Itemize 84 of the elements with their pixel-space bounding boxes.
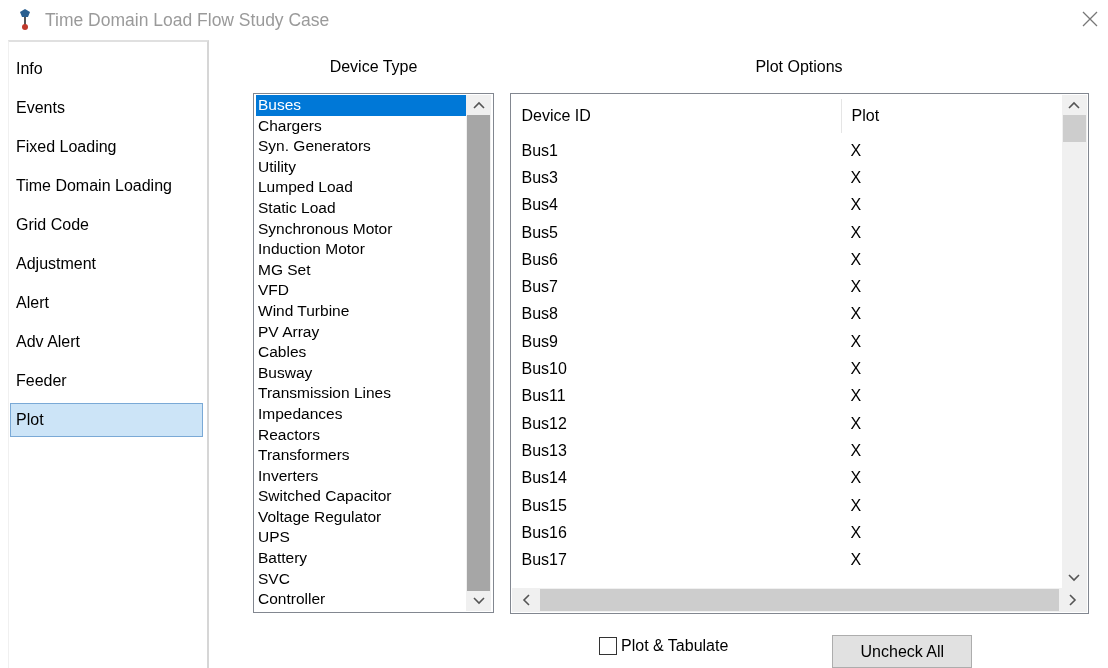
table-cell-text: X xyxy=(849,168,863,187)
table-cell-text: X xyxy=(849,523,863,542)
table-cell-text: Bus10 xyxy=(520,360,568,378)
table-cell-text: Bus6 xyxy=(520,250,559,269)
list-item[interactable]: Battery xyxy=(256,548,466,569)
column-header[interactable]: Plot xyxy=(840,99,1062,133)
list-item[interactable]: Inverters xyxy=(256,465,466,487)
list-item[interactable]: Induction Motor xyxy=(256,239,466,260)
list-item[interactable]: Transformers xyxy=(256,445,466,466)
table-cell-text: Bus15 xyxy=(520,496,568,515)
horizontal-scrollbar[interactable] xyxy=(511,588,1087,612)
sidebar-item[interactable]: Info xyxy=(10,52,203,86)
uncheck-all-button[interactable]: Uncheck All xyxy=(832,635,973,668)
column-header[interactable]: Device ID xyxy=(511,99,841,133)
table-cell-text: Bus1 xyxy=(520,141,559,160)
list-item[interactable]: MG Set xyxy=(256,259,466,281)
checkbox-label[interactable]: Plot & Tabulate xyxy=(621,636,729,655)
list-item[interactable]: Voltage Regulator xyxy=(256,506,466,528)
app-icon xyxy=(18,9,32,31)
list-item[interactable]: Chargers xyxy=(256,115,466,137)
list-item[interactable]: Reactors xyxy=(256,424,466,446)
list-item[interactable]: Busway xyxy=(256,362,466,384)
list-item[interactable]: VFD xyxy=(256,280,466,301)
list-item[interactable]: Lumped Load xyxy=(256,177,466,198)
table-cell-text: X xyxy=(849,551,863,570)
device-type-list[interactable] xyxy=(253,93,494,613)
sidebar-item[interactable]: Fixed Loading xyxy=(10,130,203,164)
list-item[interactable]: Utility xyxy=(256,156,466,178)
table-cell-text: Bus14 xyxy=(520,469,568,488)
sidebar-item[interactable]: Adjustment xyxy=(10,247,203,281)
table-cell-text: Bus13 xyxy=(520,441,568,460)
table-cell-text: Bus3 xyxy=(520,168,559,187)
list-item[interactable]: Buses xyxy=(256,95,466,116)
list-item[interactable]: UPS xyxy=(256,527,466,549)
sidebar-item[interactable]: Grid Code xyxy=(10,208,203,242)
list-item[interactable]: Cables xyxy=(256,342,466,363)
sidebar-item[interactable]: Time Domain Loading xyxy=(10,169,203,203)
table-cell-text: Bus12 xyxy=(520,414,568,433)
vertical-scrollbar[interactable] xyxy=(1061,95,1087,588)
list-item[interactable]: Static Load xyxy=(256,197,466,219)
sidebar-item[interactable]: Events xyxy=(10,91,203,125)
sidebar-item[interactable]: Adv Alert xyxy=(10,325,203,359)
list-item[interactable]: Switched Capacitor xyxy=(256,486,466,507)
table-cell-text: X xyxy=(849,414,863,433)
table-cell-text: Bus8 xyxy=(520,305,559,324)
scrollbar-thumb[interactable] xyxy=(467,115,490,591)
section-label: Plot Options xyxy=(755,57,843,77)
list-item[interactable]: Synchronous Motor xyxy=(256,218,466,240)
table-cell-text: X xyxy=(849,387,863,406)
sidebar-item[interactable]: Alert xyxy=(10,286,203,320)
table-cell-text: Bus4 xyxy=(520,196,559,215)
table-cell-text: Bus5 xyxy=(520,223,559,242)
table-cell-text: X xyxy=(849,305,863,324)
table-cell-text: Bus7 xyxy=(520,278,559,297)
list-item[interactable]: SVC xyxy=(256,568,466,590)
table-cell-text: Bus16 xyxy=(520,523,568,542)
table-cell-text: Bus9 xyxy=(520,332,559,351)
vertical-scrollbar[interactable] xyxy=(466,95,491,611)
sidebar-item[interactable]: Feeder xyxy=(10,364,203,398)
scrollbar-thumb[interactable] xyxy=(539,589,1059,611)
table-cell-text: X xyxy=(849,250,863,269)
table-cell-text: X xyxy=(849,496,863,515)
list-item[interactable]: PV Array xyxy=(256,321,466,343)
section-label: Device Type xyxy=(329,57,418,77)
checkbox[interactable] xyxy=(599,636,617,655)
list-item[interactable]: Wind Turbine xyxy=(256,300,466,322)
table-cell-text: Bus17 xyxy=(520,551,568,570)
table-cell-text: X xyxy=(849,141,863,160)
table-cell-text: X xyxy=(849,441,863,460)
close-icon[interactable] xyxy=(1082,11,1098,27)
table-cell-text: X xyxy=(849,360,863,378)
scrollbar-thumb[interactable] xyxy=(1062,115,1086,142)
list-item[interactable]: Impedances xyxy=(256,403,466,425)
table-cell-text: Bus11 xyxy=(520,387,567,406)
table-cell-text: X xyxy=(849,278,863,297)
table-cell-text: X xyxy=(849,469,863,488)
window-title: Time Domain Load Flow Study Case xyxy=(45,9,331,31)
table-cell-text: X xyxy=(849,196,863,215)
sidebar-item[interactable]: Plot xyxy=(10,403,203,437)
list-item[interactable]: Syn. Generators xyxy=(256,136,466,157)
table-cell-text: X xyxy=(849,332,863,351)
table-cell-text: X xyxy=(849,223,863,242)
list-item[interactable]: Controller xyxy=(256,589,466,610)
list-item[interactable]: Transmission Lines xyxy=(256,383,466,404)
